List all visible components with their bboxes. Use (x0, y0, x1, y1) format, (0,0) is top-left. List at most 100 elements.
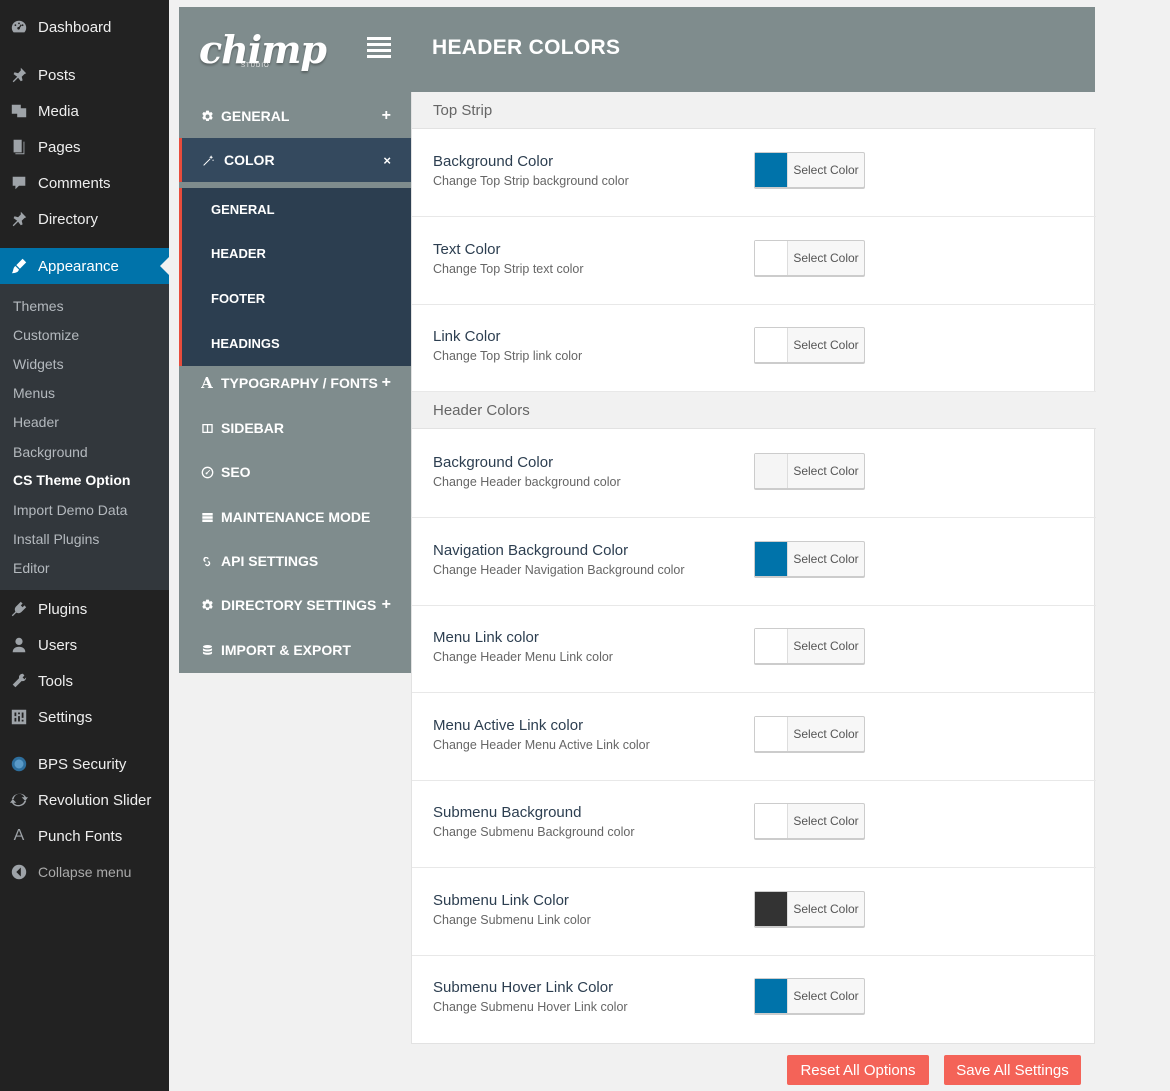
nav-color[interactable]: COLOR × (179, 138, 411, 182)
select-color-button[interactable]: Select Color (754, 240, 865, 276)
pages-icon (0, 138, 38, 156)
option-row: Submenu Link Color Change Submenu Link c… (412, 868, 1096, 956)
nav-sidebar[interactable]: SIDEBAR (179, 406, 411, 450)
font-icon: A (13, 827, 25, 844)
select-color-button[interactable]: Select Color (754, 541, 865, 577)
menu-settings[interactable]: Settings (0, 699, 169, 735)
nav-general[interactable]: GENERAL + (179, 94, 411, 138)
menu-pages[interactable]: Pages (0, 129, 169, 165)
option-row: Menu Link color Change Header Menu Link … (412, 605, 1096, 693)
section-heading: Top Strip (412, 92, 1096, 129)
option-label: Text Color (433, 241, 501, 258)
menu-bps-security[interactable]: BPS Security (0, 746, 169, 782)
hamburger-menu-icon[interactable] (367, 37, 391, 58)
option-description: Change Header Menu Active Link color (433, 738, 650, 752)
collapse-icon (0, 863, 38, 881)
submenu-widgets[interactable]: Widgets (13, 356, 64, 372)
menu-dashboard[interactable]: Dashboard (0, 9, 169, 45)
nav-import-export[interactable]: IMPORT & EXPORT (179, 628, 411, 672)
option-row: Menu Active Link color Change Header Men… (412, 693, 1096, 781)
section-heading: Header Colors (412, 392, 1096, 429)
settings-icon (0, 708, 38, 726)
nav-typography[interactable]: A TYPOGRAPHY / FONTS + (179, 361, 411, 405)
options-content: Top Strip Background Color Change Top St… (411, 92, 1096, 1044)
select-color-button[interactable]: Select Color (754, 327, 865, 363)
color-sub-footer[interactable]: FOOTER (211, 291, 265, 306)
option-description: Change Submenu Link color (433, 913, 591, 927)
menu-revolution-slider[interactable]: Revolution Slider (0, 782, 169, 818)
color-swatch (755, 892, 788, 926)
gear-icon (179, 599, 221, 612)
font-icon: A (201, 374, 213, 392)
menu-posts[interactable]: Posts (0, 57, 169, 93)
select-color-button[interactable]: Select Color (754, 716, 865, 752)
menu-punch-fonts[interactable]: A Punch Fonts (0, 818, 169, 854)
menu-appearance[interactable]: Appearance (0, 248, 169, 284)
menu-directory[interactable]: Directory (0, 201, 169, 237)
submenu-customize[interactable]: Customize (13, 327, 79, 343)
option-label: Submenu Link Color (433, 892, 569, 909)
menu-media[interactable]: Media (0, 93, 169, 129)
option-row: Submenu Background Change Submenu Backgr… (412, 780, 1096, 868)
menu-plugins[interactable]: Plugins (0, 591, 169, 627)
submenu-header[interactable]: Header (13, 414, 59, 430)
color-sub-header[interactable]: HEADER (211, 246, 266, 261)
pin-icon (0, 210, 38, 228)
appearance-submenu: Themes Customize Widgets Menus Header Ba… (0, 284, 169, 590)
nav-api-settings[interactable]: API SETTINGS (179, 539, 411, 583)
select-color-button[interactable]: Select Color (754, 152, 865, 188)
option-description: Change Header Navigation Background colo… (433, 563, 685, 577)
option-description: Change Header background color (433, 475, 621, 489)
menu-tools[interactable]: Tools (0, 663, 169, 699)
menu-comments[interactable]: Comments (0, 165, 169, 201)
nav-maintenance-mode[interactable]: MAINTENANCE MODE (179, 495, 411, 539)
select-color-button[interactable]: Select Color (754, 803, 865, 839)
save-all-settings-button[interactable]: Save All Settings (944, 1055, 1081, 1085)
option-description: Change Header Menu Link color (433, 650, 613, 664)
color-swatch (755, 979, 788, 1013)
option-description: Change Top Strip link color (433, 349, 583, 363)
refresh-icon (0, 791, 38, 809)
reset-all-options-button[interactable]: Reset All Options (787, 1055, 929, 1085)
dashboard-icon (0, 18, 38, 36)
submenu-cs-theme-option[interactable]: CS Theme Option (13, 472, 130, 488)
collapse-menu[interactable]: Collapse menu (0, 854, 169, 890)
menu-users[interactable]: Users (0, 627, 169, 663)
option-row: Text Color Change Top Strip text color S… (412, 217, 1096, 305)
submenu-editor[interactable]: Editor (13, 560, 50, 576)
color-swatch (755, 542, 788, 576)
option-row: Submenu Hover Link Color Change Submenu … (412, 955, 1096, 1043)
select-color-button[interactable]: Select Color (754, 891, 865, 927)
dashboard-icon (179, 466, 221, 479)
nav-seo[interactable]: SEO (179, 450, 411, 494)
shield-icon (0, 755, 38, 773)
user-icon (0, 636, 38, 654)
option-label: Background Color (433, 454, 554, 471)
submenu-background[interactable]: Background (13, 444, 88, 460)
select-color-button[interactable]: Select Color (754, 628, 865, 664)
option-description: Change Top Strip background color (433, 174, 629, 188)
color-swatch (755, 804, 788, 838)
option-row: Link Color Change Top Strip link color S… (412, 304, 1096, 392)
option-row: Background Color Change Top Strip backgr… (412, 129, 1096, 217)
expand-icon: + (381, 374, 391, 391)
media-icon (0, 102, 38, 120)
panel-header: chimp STUDIO HEADER COLORS (179, 7, 1095, 92)
option-description: Change Submenu Background color (433, 825, 635, 839)
color-sub-general[interactable]: GENERAL (211, 202, 275, 217)
plug-icon (0, 600, 38, 618)
nav-directory-settings[interactable]: DIRECTORY SETTINGS + (179, 583, 411, 627)
select-color-button[interactable]: Select Color (754, 978, 865, 1014)
submenu-themes[interactable]: Themes (13, 298, 64, 314)
select-color-button[interactable]: Select Color (754, 453, 865, 489)
option-label: Menu Link color (433, 629, 539, 646)
color-sub-headings[interactable]: HEADINGS (211, 336, 280, 351)
magic-wand-icon (182, 154, 224, 167)
submenu-menus[interactable]: Menus (13, 385, 55, 401)
close-icon: × (383, 152, 391, 168)
database-icon (179, 644, 221, 657)
options-nav: GENERAL + COLOR × GENERAL HEADER FOOTER … (179, 92, 411, 673)
submenu-install-plugins[interactable]: Install Plugins (13, 531, 99, 547)
submenu-import-demo-data[interactable]: Import Demo Data (13, 502, 127, 518)
comment-icon (0, 174, 38, 192)
